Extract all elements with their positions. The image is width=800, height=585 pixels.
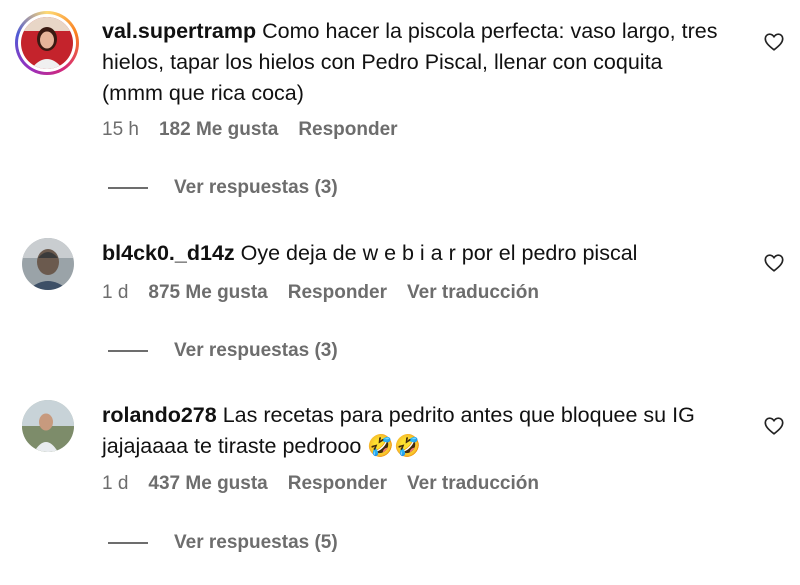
divider [108, 187, 148, 189]
view-replies-label: Ver respuestas (3) [174, 340, 338, 361]
reply-button[interactable]: Responder [298, 119, 397, 141]
view-replies-button[interactable]: Ver respuestas (3) [108, 340, 338, 362]
translate-button[interactable]: Ver traducción [407, 282, 539, 304]
comment-body: bl4ck0._d14z Oye deja de w e b i a r por… [102, 238, 722, 269]
heart-icon[interactable] [763, 31, 785, 53]
reply-button[interactable]: Responder [288, 473, 387, 495]
comment-meta: 15 h 182 Me gusta Responder [102, 119, 398, 141]
timestamp[interactable]: 1 d [102, 282, 128, 304]
avatar[interactable] [22, 400, 74, 452]
comment-body: rolando278 Las recetas para pedrito ante… [102, 400, 722, 462]
translate-button[interactable]: Ver traducción [407, 473, 539, 495]
timestamp[interactable]: 1 d [102, 473, 128, 495]
username[interactable]: rolando278 [102, 403, 217, 427]
view-replies-button[interactable]: Ver respuestas (3) [108, 177, 338, 199]
divider [108, 542, 148, 544]
username[interactable]: bl4ck0._d14z [102, 241, 235, 265]
likes-count[interactable]: 875 Me gusta [148, 282, 267, 304]
likes-count[interactable]: 437 Me gusta [148, 473, 267, 495]
comment-text: Oye deja de w e b i a r por el pedro pis… [240, 241, 638, 265]
username[interactable]: val.supertramp [102, 19, 256, 43]
view-replies-button[interactable]: Ver respuestas (5) [108, 532, 338, 554]
divider [108, 350, 148, 352]
comment-body: val.supertramp Como hacer la piscola per… [102, 16, 722, 109]
heart-icon[interactable] [763, 415, 785, 437]
avatar[interactable] [22, 238, 74, 290]
heart-icon[interactable] [763, 252, 785, 274]
comment-meta: 1 d 875 Me gusta Responder Ver traducció… [102, 282, 539, 304]
timestamp[interactable]: 15 h [102, 119, 139, 141]
avatar[interactable] [15, 11, 79, 75]
view-replies-label: Ver respuestas (5) [174, 532, 338, 553]
comment-meta: 1 d 437 Me gusta Responder Ver traducció… [102, 473, 539, 495]
likes-count[interactable]: 182 Me gusta [159, 119, 278, 141]
reply-button[interactable]: Responder [288, 282, 387, 304]
view-replies-label: Ver respuestas (3) [174, 177, 338, 198]
